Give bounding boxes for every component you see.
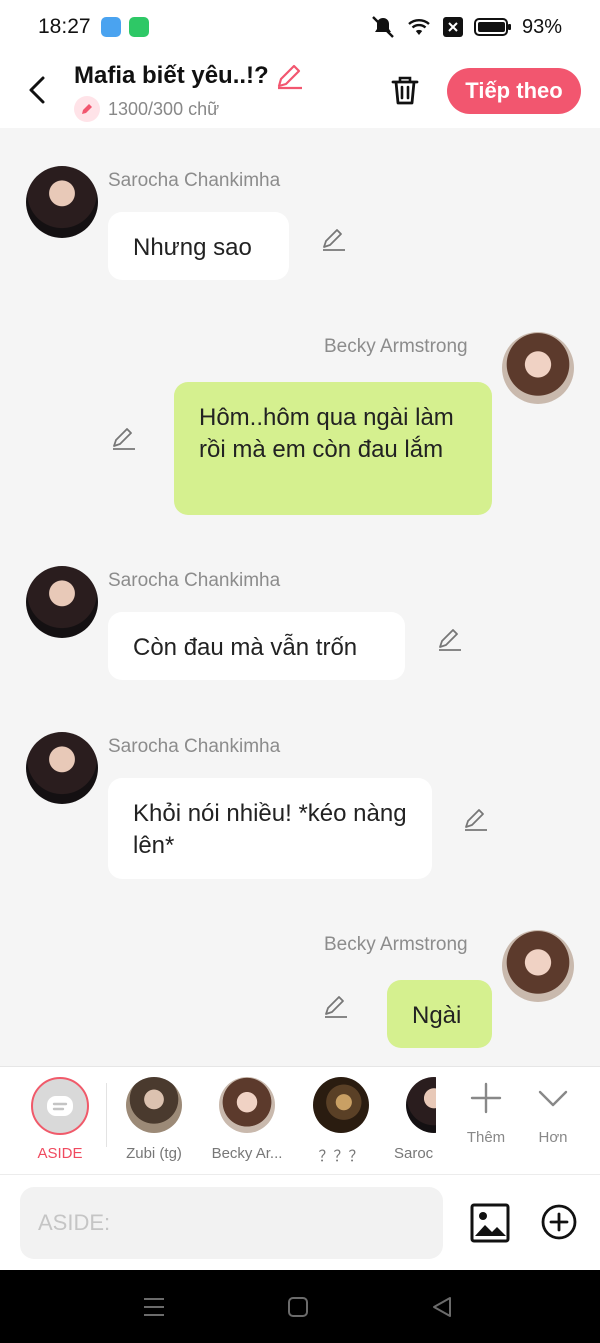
edit-message-icon[interactable]: [322, 992, 350, 1020]
pencil-icon: [74, 96, 100, 122]
character-aside[interactable]: ASIDE: [20, 1077, 100, 1162]
battery-percent: 93%: [521, 15, 562, 38]
message-item: Becky Armstrong Hôm..hôm qua ngài làm rồ…: [0, 318, 600, 528]
character-label: ASIDE: [37, 1145, 83, 1162]
aside-avatar: [31, 1077, 89, 1135]
story-title-row[interactable]: Mafia biết yêu..!?: [74, 62, 305, 90]
add-character-button[interactable]: Thêm: [456, 1081, 516, 1146]
sender-name: Sarocha Chankimha: [108, 570, 281, 591]
battery-icon: [473, 18, 511, 36]
image-icon[interactable]: [470, 1203, 510, 1243]
edit-message-icon[interactable]: [320, 225, 348, 253]
sender-name: Becky Armstrong: [324, 934, 468, 955]
story-header: Mafia biết yêu..!? 1300/300 chữ Tiếp the…: [0, 54, 600, 128]
back-button[interactable]: [20, 70, 54, 110]
trash-icon: [391, 76, 419, 105]
avatar: [219, 1077, 275, 1133]
add-circle-icon[interactable]: [540, 1203, 578, 1241]
message-bubble[interactable]: Nhưng sao: [108, 212, 289, 280]
next-button[interactable]: Tiếp theo: [447, 68, 581, 114]
mute-icon: [372, 16, 394, 38]
avatar[interactable]: [26, 732, 98, 804]
message-item: Sarocha Chankimha Nhưng sao: [0, 128, 600, 298]
sender-name: Sarocha Chankimha: [108, 170, 281, 191]
character-item[interactable]: ？？？: [301, 1077, 381, 1166]
word-count: 1300/300 chữ: [108, 98, 220, 119]
divider: [106, 1083, 107, 1147]
expand-label: Hơn: [538, 1129, 568, 1146]
wifi-icon: [408, 19, 430, 35]
menu-icon[interactable]: [142, 1296, 166, 1318]
novel-app-icon: [100, 17, 121, 37]
message-bubble[interactable]: Khỏi nói nhiều! *kéo nàng lên*: [108, 778, 432, 879]
character-item[interactable]: Becky Ar...: [207, 1077, 287, 1162]
chat-editor-screen: 18:27 93% Mafia biết yêu..!? 1300/300 ch…: [0, 0, 600, 1343]
home-icon[interactable]: [286, 1296, 310, 1318]
edit-message-icon[interactable]: [462, 805, 490, 833]
character-label: Becky Ar...: [211, 1145, 283, 1162]
edit-message-icon[interactable]: [110, 424, 138, 452]
avatar[interactable]: [26, 166, 98, 238]
compose-bar: [0, 1174, 600, 1270]
message-item: Sarocha Chankimha Khỏi nói nhiều! *kéo n…: [0, 694, 600, 884]
message-input[interactable]: [20, 1187, 443, 1259]
character-label: ？？？: [318, 1148, 364, 1165]
chat-area[interactable]: Sarocha Chankimha Nhưng sao Becky Armstr…: [0, 128, 600, 1066]
plus-icon: [470, 1082, 502, 1114]
sender-name: Becky Armstrong: [324, 336, 468, 357]
status-time: 18:27: [38, 15, 91, 38]
word-count-row: 1300/300 chữ: [74, 96, 305, 122]
story-title: Mafia biết yêu..!?: [74, 62, 269, 89]
chevron-left-icon: [29, 76, 45, 104]
delete-button[interactable]: [386, 70, 424, 110]
message-bubble[interactable]: Hôm..hôm qua ngài làm rồi mà em còn đau …: [174, 382, 492, 515]
character-item[interactable]: Zubi (tg): [114, 1077, 194, 1162]
avatar[interactable]: [502, 332, 574, 404]
add-label: Thêm: [466, 1129, 506, 1146]
back-nav-icon[interactable]: [430, 1296, 454, 1318]
avatar: [406, 1077, 436, 1133]
avatar[interactable]: [502, 930, 574, 1002]
message-item: Becky Armstrong Ngài: [0, 918, 600, 1066]
system-nav-bar: [0, 1270, 600, 1343]
character-item[interactable]: Saroc: [394, 1077, 436, 1162]
character-selector: ASIDE Zubi (tg) Becky Ar... ？？？ Saroc Th…: [0, 1066, 600, 1174]
message-bubble[interactable]: Ngài: [387, 980, 492, 1048]
message-bubble[interactable]: Còn đau mà vẫn trốn: [108, 612, 405, 680]
sender-name: Sarocha Chankimha: [108, 736, 281, 757]
avatar: [126, 1077, 182, 1133]
character-label: Saroc: [394, 1145, 434, 1162]
narration-icon: [47, 1096, 73, 1116]
avatar: [313, 1077, 369, 1133]
sim-icon: [442, 17, 463, 37]
edit-title-icon[interactable]: [275, 62, 305, 90]
status-bar: 18:27 93%: [0, 0, 600, 54]
edit-message-icon[interactable]: [436, 625, 464, 653]
chevron-down-icon: [538, 1090, 568, 1107]
avatar[interactable]: [26, 566, 98, 638]
character-label: Zubi (tg): [126, 1145, 182, 1162]
title-block: Mafia biết yêu..!? 1300/300 chữ: [74, 62, 305, 122]
expand-button[interactable]: Hơn: [523, 1081, 583, 1146]
status-indicators: 93%: [370, 15, 562, 39]
message-item: Sarocha Chankimha Còn đau mà vẫn trốn: [0, 528, 600, 688]
shield-app-icon: [128, 17, 149, 37]
